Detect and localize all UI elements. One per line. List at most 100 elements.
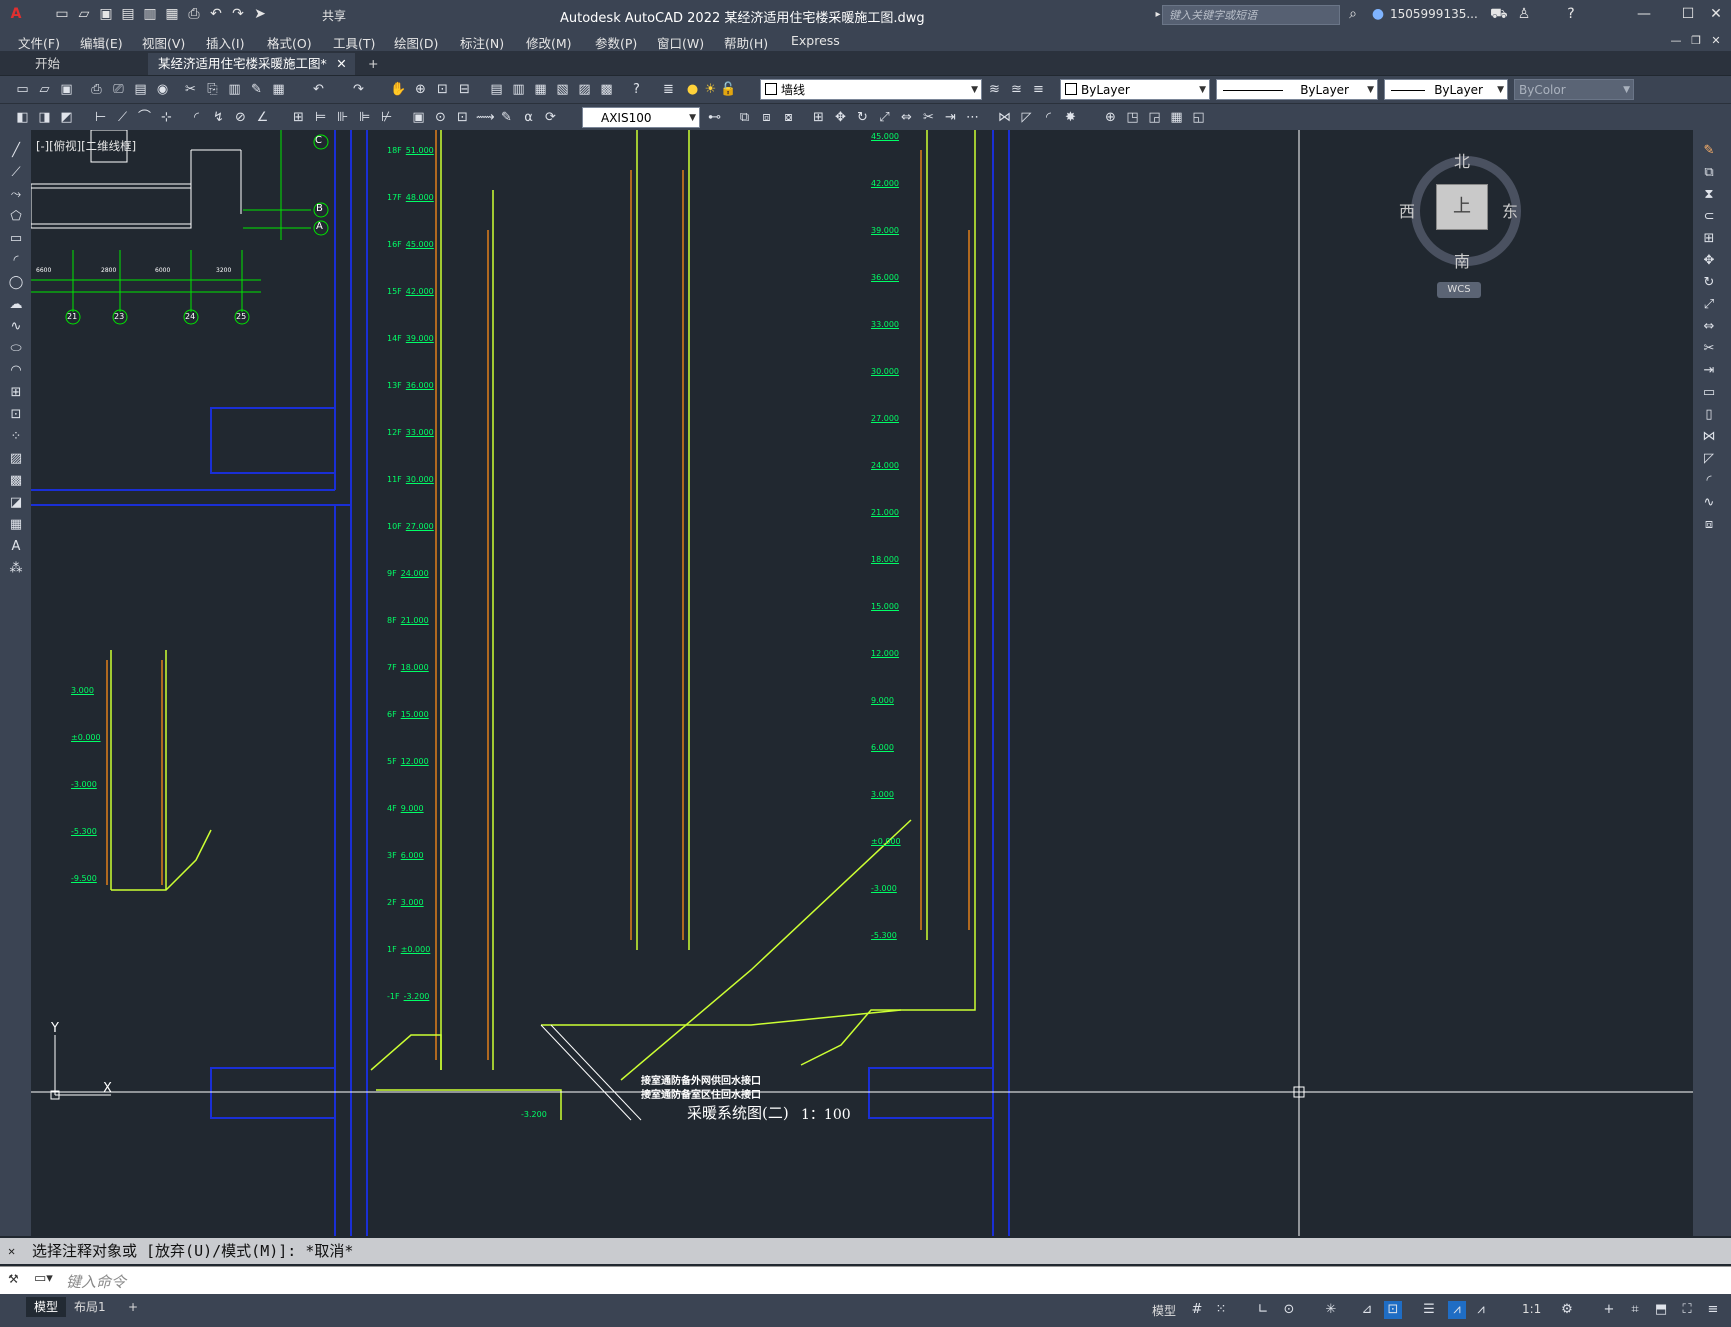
autodesk-app-icon[interactable]: ♙ [1516,6,1532,22]
spline-icon[interactable]: ∿ [7,318,25,336]
insert-block-icon[interactable]: ⊕ [1102,109,1119,126]
command-input[interactable]: 键入命令 [66,1271,126,1292]
menu-window[interactable]: 窗口(W) [657,33,704,52]
doc-close-icon[interactable]: ✕ [1708,33,1724,49]
quick-dim-icon[interactable]: ⊞ [290,109,307,126]
search-icon[interactable]: ⌕ [1345,6,1361,22]
open-icon[interactable]: ▱ [36,81,53,98]
xref-icon[interactable]: ◱ [1190,109,1207,126]
modify-extend-icon[interactable]: ⇥ [942,109,959,126]
tab-close-icon[interactable]: ✕ [336,53,346,75]
matchprop-icon[interactable]: ✎ [248,81,265,98]
table-icon[interactable]: ▦ [1168,109,1185,126]
join-icon[interactable]: ⋈ [1700,428,1718,446]
erase-icon[interactable]: ✎ [1700,142,1718,160]
layer-freeze-icon[interactable]: ☀ [702,81,719,98]
array-icon[interactable]: ⊞ [1700,230,1718,248]
lineweight-dropdown[interactable]: ByLayer ▼ [1384,79,1508,100]
compass-north[interactable]: 北 [1454,148,1470,172]
bring-front-icon[interactable]: ◨ [36,109,53,126]
command-line[interactable]: ⚒ ▭▾ 键入命令 [0,1266,1731,1294]
share-label[interactable]: 共享 [322,7,346,24]
dim-update-icon[interactable]: ⟳ [542,109,559,126]
tab-model[interactable]: 模型 [26,1297,67,1317]
help-icon[interactable]: ? [628,81,645,98]
plot-icon[interactable]: ⎙ [88,81,105,98]
annotation-scale[interactable]: 1:1 [1522,1302,1541,1316]
modify-scale-icon[interactable]: ⤢ [876,109,893,126]
modify-stretch-icon[interactable]: ⇔ [898,109,915,126]
modify-array-icon[interactable]: ⊞ [810,109,827,126]
modify-join-icon[interactable]: ⋈ [996,109,1013,126]
arc-length-icon[interactable]: ⌒ [136,109,153,126]
dim-text-edit-icon[interactable]: ⍺ [520,109,537,126]
dim-break-icon[interactable]: ⊬ [378,109,395,126]
undo-icon[interactable]: ↶ [310,81,327,98]
modify-move-icon[interactable]: ✥ [832,109,849,126]
trim-icon[interactable]: ✂ [1700,340,1718,358]
linear-dim-icon[interactable]: ⊢ [92,109,109,126]
sheet-set-icon[interactable]: ▧ [554,81,571,98]
hatch-icon[interactable]: ▨ [7,450,25,468]
menu-express[interactable]: Express [791,33,840,48]
open-web-icon[interactable]: ▥ [142,6,158,22]
region-icon[interactable]: ◪ [7,494,25,512]
break-icon[interactable]: ▯ [1700,406,1718,424]
cart-icon[interactable]: ⛟ [1490,6,1508,22]
close-icon[interactable]: ✕ [1708,6,1724,22]
copy-icon[interactable]: ⎘ [204,81,221,98]
publish-icon[interactable]: ▤ [132,81,149,98]
add-selected-icon[interactable]: ⁂ [7,560,25,578]
radius-icon[interactable]: ◜ [188,109,205,126]
explode-icon[interactable]: ⧈ [1700,516,1718,534]
make-block-icon[interactable]: ⊡ [7,406,25,424]
doc-restore-icon[interactable]: ❐ [1688,33,1704,49]
scale-icon[interactable]: ⤢ [1700,296,1718,314]
ellipse-arc-icon[interactable]: ◠ [7,362,25,380]
layer-match-icon[interactable]: ≡ [1030,81,1047,98]
auto-scale-icon[interactable]: ⩘ [1472,1301,1490,1319]
move-icon[interactable]: ✥ [1700,252,1718,270]
tab-start[interactable]: 开始 [25,53,70,75]
viewcube[interactable]: 上 北 南 东 西 WCS [1399,142,1521,312]
diameter-icon[interactable]: ⊘ [232,109,249,126]
wcs-menu[interactable]: WCS [1437,282,1481,298]
autocad-logo-icon[interactable]: A [8,6,24,22]
grid-icon[interactable]: # [1188,1301,1206,1319]
modify-chamfer-icon[interactable]: ◸ [1018,109,1035,126]
dynamic-input-icon[interactable]: ⊡ [1384,1301,1402,1319]
saveas-icon[interactable]: ▤ [120,6,136,22]
compass-south[interactable]: 南 [1454,248,1470,272]
command-prompt-icon[interactable]: ▭▾ [34,1271,53,1286]
extend-icon[interactable]: ⇥ [1700,362,1718,380]
draw-order-icon[interactable]: ◧ [14,109,31,126]
modify-mirror-icon[interactable]: ⧈ [758,109,775,126]
jogged-icon[interactable]: ↯ [210,109,227,126]
construction-line-icon[interactable]: ⟋ [7,164,25,182]
zoom-realtime-icon[interactable]: ⊕ [412,81,429,98]
mirror-icon[interactable]: ⧗ [1700,186,1718,204]
stretch-icon[interactable]: ⇔ [1700,318,1718,336]
paste-icon[interactable]: ▥ [226,81,243,98]
rectangle-icon[interactable]: ▭ [7,230,25,248]
compass-east[interactable]: 东 [1502,198,1518,222]
modify-copy-icon[interactable]: ⧉ [736,109,753,126]
modify-break-icon[interactable]: ⋯ [964,109,981,126]
copy-object-icon[interactable]: ⧉ [1700,164,1718,182]
polyline-icon[interactable]: ⤳ [7,186,25,204]
save-icon[interactable]: ▣ [58,81,75,98]
dim-space-icon[interactable]: ⊫ [356,109,373,126]
open-icon[interactable]: ▱ [76,6,92,22]
block-editor-icon[interactable]: ▦ [270,81,287,98]
compass-west[interactable]: 西 [1399,198,1415,222]
help-icon[interactable]: ? [1563,6,1579,22]
modify-rotate-icon[interactable]: ↻ [854,109,871,126]
annotation-visibility-icon[interactable]: ⩘ [1448,1301,1466,1319]
modify-explode-icon[interactable]: ✸ [1062,109,1079,126]
zoom-window-icon[interactable]: ⊡ [434,81,451,98]
workspace-icon[interactable]: ⚙ [1558,1301,1576,1319]
line-icon[interactable]: ╱ [7,142,25,160]
modify-offset-icon[interactable]: ⧇ [780,109,797,126]
preview-icon[interactable]: ⎚ [110,81,127,98]
user-icon[interactable]: ● [1370,6,1386,22]
